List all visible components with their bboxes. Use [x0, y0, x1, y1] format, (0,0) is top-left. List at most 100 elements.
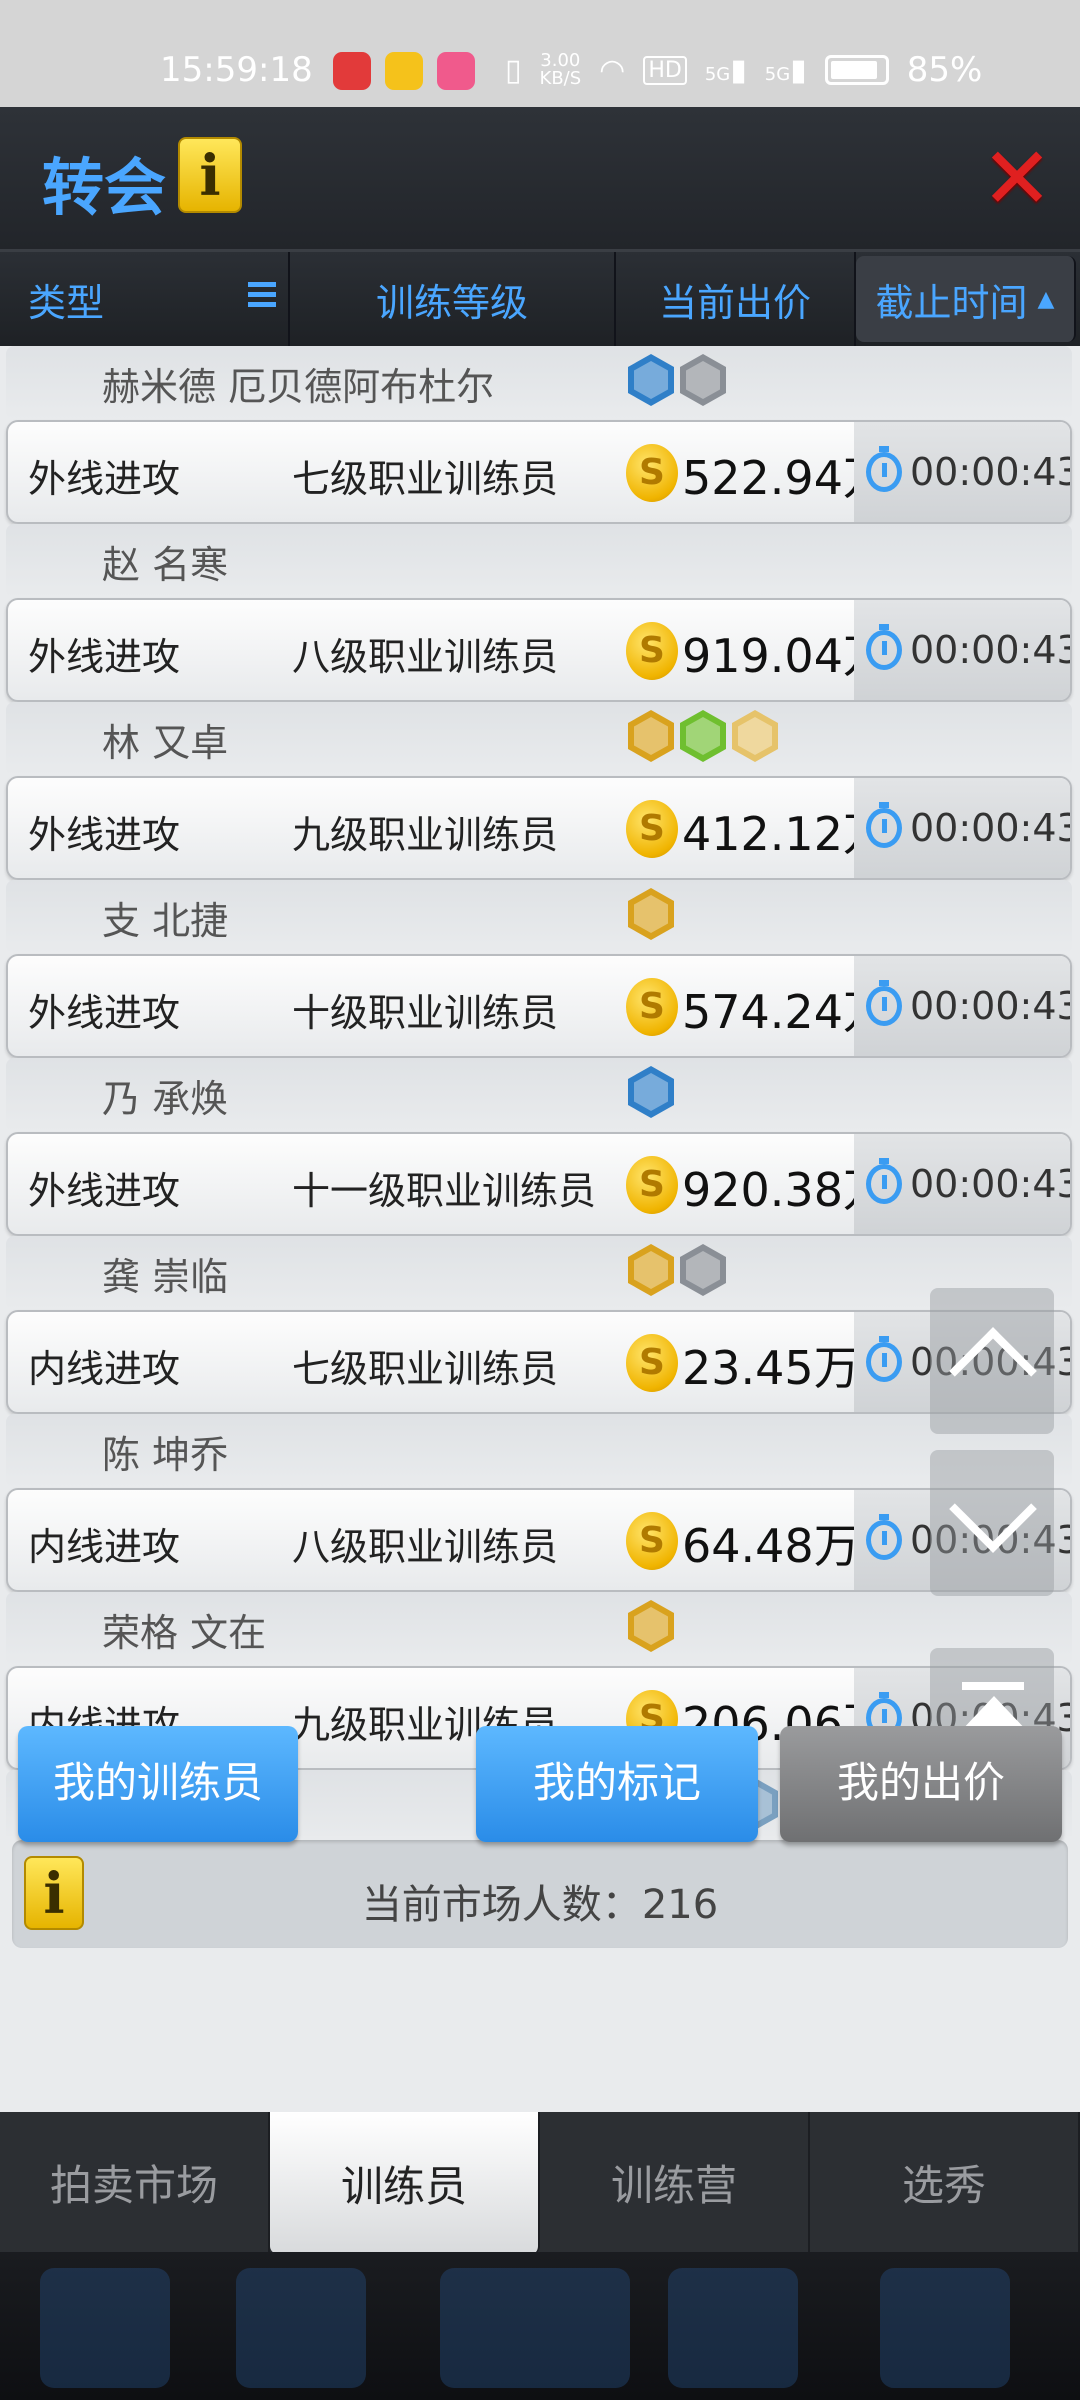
skill-badge-icon — [680, 354, 726, 406]
game-nav-icon[interactable] — [668, 2268, 798, 2388]
trainer-name: 陈 坤乔 — [102, 1433, 229, 1477]
trainer-name-row: 荣格 文在 — [6, 1592, 1072, 1666]
page-title: 转会 — [42, 151, 167, 224]
column-type[interactable]: 类型 — [0, 252, 290, 346]
trainer-list[interactable]: 赫米德 厄贝德阿布杜尔 外线进攻 七级职业训练员 S 522.94万 00:00:43 赵 … — [0, 346, 1080, 1836]
trainer-data-row[interactable]: 外线进攻 八级职业训练员 S 919.04万 00:00:43 — [6, 598, 1072, 702]
game-nav-icon[interactable] — [440, 2268, 630, 2388]
deadline-time: 00:00:43 — [910, 450, 1072, 494]
notification-icons — [333, 52, 475, 90]
column-type-label: 类型 — [28, 280, 105, 325]
skill-badges — [628, 710, 778, 762]
tab-training-camp[interactable]: 训练营 — [540, 2112, 810, 2252]
list-item[interactable]: 赵 名寒 外线进攻 八级职业训练员 S 919.04万 00:00:43 — [6, 524, 1072, 702]
trainer-data-row[interactable]: 内线进攻 八级职业训练员 S 64.48万 00:00:43 — [6, 1488, 1072, 1592]
list-item[interactable]: 支 北捷 外线进攻 十级职业训练员 S 574.24万 00:00:43 — [6, 880, 1072, 1058]
list-item[interactable]: 乃 承焕 外线进攻 十一级职业训练员 S 920.38万 00:00:43 — [6, 1058, 1072, 1236]
coin-icon: S — [626, 1512, 678, 1570]
close-button[interactable]: ✕ — [980, 136, 1054, 222]
trainer-name-row: 赵 名寒 — [6, 524, 1072, 598]
column-headers: 类型 训练等级 当前出价 截止时间 ▲ — [0, 252, 1080, 346]
trainer-name: 赵 名寒 — [102, 543, 229, 587]
signal-icon-1: 5G▮ — [704, 52, 747, 88]
trainer-name-row: 赫米德 厄贝德阿布杜尔 — [6, 346, 1072, 420]
stopwatch-icon — [866, 624, 902, 670]
trainer-data-row[interactable]: 内线进攻 七级职业训练员 S 23.45万 00:00:43 — [6, 1310, 1072, 1414]
deadline-time: 00:00:43 — [910, 806, 1072, 850]
scroll-up-button[interactable] — [930, 1288, 1054, 1434]
chevron-down-icon — [949, 1465, 1037, 1553]
trainer-data-row[interactable]: 外线进攻 十一级职业训练员 S 920.38万 00:00:43 — [6, 1132, 1072, 1236]
skill-badge-icon — [628, 1244, 674, 1296]
wifi-icon: ◠ — [599, 52, 626, 88]
stopwatch-icon — [866, 802, 902, 848]
tab-auction-market[interactable]: 拍卖市场 — [0, 2112, 270, 2252]
skill-badges — [628, 354, 726, 406]
trainer-level: 八级职业训练员 — [292, 635, 559, 679]
market-count: 当前市场人数：216 — [361, 1882, 719, 1928]
trainer-data-row[interactable]: 外线进攻 九级职业训练员 S 412.12万 00:00:43 — [6, 776, 1072, 880]
game-nav-icon[interactable] — [40, 2268, 170, 2388]
chevron-up-icon — [949, 1327, 1037, 1415]
status-time: 15:59:18 — [160, 50, 313, 90]
tab-trainers[interactable]: 训练员 — [270, 2112, 540, 2254]
trainer-level: 十级职业训练员 — [292, 991, 559, 1035]
skill-badge-icon — [680, 710, 726, 762]
trainer-level: 十一级职业训练员 — [292, 1169, 597, 1213]
bottom-tabs: 拍卖市场 训练员 训练营 选秀 — [0, 2112, 1080, 2254]
to-top-icon — [962, 1682, 1024, 1690]
vibrate-icon: ▯ — [505, 52, 522, 88]
column-deadline[interactable]: 截止时间 ▲ — [856, 256, 1076, 342]
trainer-name: 乃 承焕 — [102, 1077, 229, 1121]
skill-badge-icon — [628, 710, 674, 762]
list-item[interactable]: 陈 坤乔 内线进攻 八级职业训练员 S 64.48万 00:00:43 — [6, 1414, 1072, 1592]
transfer-header: 转会 i ✕ — [0, 107, 1080, 252]
skill-badge-icon — [732, 710, 778, 762]
column-level-label: 训练等级 — [375, 280, 528, 325]
column-price[interactable]: 当前出价 — [616, 252, 856, 346]
trainer-level: 八级职业训练员 — [292, 1525, 559, 1569]
scroll-down-button[interactable] — [930, 1450, 1054, 1596]
coin-icon: S — [626, 800, 678, 858]
stopwatch-icon — [866, 1158, 902, 1204]
signal-icon-2: 5G▮ — [764, 52, 807, 88]
trainer-level: 七级职业训练员 — [292, 457, 559, 501]
game-nav-icon[interactable] — [880, 2268, 1010, 2388]
trainer-type: 外线进攻 — [28, 991, 181, 1035]
trainer-name-row: 林 又卓 — [6, 702, 1072, 776]
current-bid: 64.48万 — [682, 1519, 860, 1573]
trainer-level: 七级职业训练员 — [292, 1347, 559, 1391]
status-right: ▯ 3.00 KB/S ◠ HD 5G▮ 5G▮ 85% — [505, 50, 982, 90]
hd-icon: HD — [643, 55, 687, 85]
trainer-data-row[interactable]: 外线进攻 十级职业训练员 S 574.24万 00:00:43 — [6, 954, 1072, 1058]
deadline-time: 00:00:43 — [910, 1162, 1072, 1206]
trainer-data-row[interactable]: 外线进攻 七级职业训练员 S 522.94万 00:00:43 — [6, 420, 1072, 524]
list-item[interactable]: 赫米德 厄贝德阿布杜尔 外线进攻 七级职业训练员 S 522.94万 00:00:43 — [6, 346, 1072, 524]
coin-icon: S — [626, 1156, 678, 1214]
trainer-name-row: 龚 崇临 — [6, 1236, 1072, 1310]
net-speed: 3.00 KB/S — [539, 50, 582, 89]
trainer-type: 内线进攻 — [28, 1525, 181, 1569]
sort-asc-icon: ▲ — [1037, 286, 1055, 312]
list-item[interactable]: 龚 崇临 内线进攻 七级职业训练员 S 23.45万 00:00:43 — [6, 1236, 1072, 1414]
deadline-time: 00:00:43 — [910, 984, 1072, 1028]
filter-menu-icon[interactable] — [248, 282, 276, 312]
battery-percent: 85% — [906, 50, 983, 90]
my-marks-button[interactable]: 我的标记 — [476, 1726, 758, 1842]
my-bids-button[interactable]: 我的出价 — [780, 1726, 1062, 1842]
app-notification-icon — [333, 52, 371, 90]
skill-badges — [628, 1600, 674, 1652]
trainer-name-row: 陈 坤乔 — [6, 1414, 1072, 1488]
trainer-type: 外线进攻 — [28, 635, 181, 679]
skill-badge-icon — [628, 888, 674, 940]
trainer-name-row: 乃 承焕 — [6, 1058, 1072, 1132]
info-icon[interactable]: i — [178, 137, 242, 213]
deadline-cell: 00:00:43 — [854, 778, 1072, 878]
my-trainers-button[interactable]: 我的训练员 — [18, 1726, 298, 1842]
game-nav-icon[interactable] — [236, 2268, 366, 2388]
tab-draft[interactable]: 选秀 — [810, 2112, 1080, 2252]
list-item[interactable]: 林 又卓 外线进攻 九级职业训练员 S 412.12万 00:00:43 — [6, 702, 1072, 880]
column-price-label: 当前出价 — [658, 280, 811, 325]
column-level[interactable]: 训练等级 — [290, 252, 616, 346]
deadline-time: 00:00:43 — [910, 628, 1072, 672]
